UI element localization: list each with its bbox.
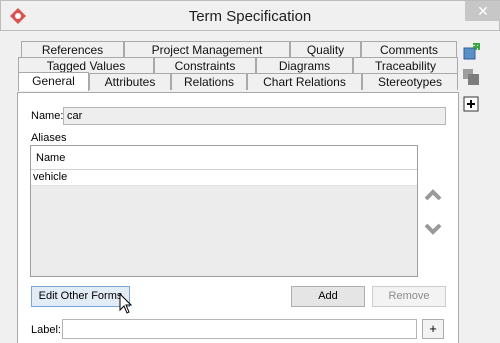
title-bar: Term Specification ✕ xyxy=(0,0,500,31)
tab-diagrams[interactable]: Diagrams xyxy=(256,57,353,74)
add-label-button[interactable]: + xyxy=(422,319,444,339)
close-button[interactable]: ✕ xyxy=(465,1,500,21)
expand-icon[interactable] xyxy=(462,95,480,113)
aliases-header: Name xyxy=(31,146,417,170)
window-title: Term Specification xyxy=(188,8,312,25)
aliases-table[interactable]: Name vehicle xyxy=(30,145,418,277)
tab-chart-relations[interactable]: Chart Relations xyxy=(247,73,362,90)
name-field[interactable]: car xyxy=(63,107,446,125)
move-down-icon[interactable] xyxy=(424,222,442,236)
edit-other-forms-button[interactable]: Edit Other Forms xyxy=(31,286,130,307)
tab-comments[interactable]: Comments xyxy=(361,41,457,58)
move-up-icon[interactable] xyxy=(424,188,442,202)
tab-references[interactable]: References xyxy=(21,41,124,58)
name-label: Name: xyxy=(31,110,64,122)
tab-relations[interactable]: Relations xyxy=(171,73,247,90)
tab-quality[interactable]: Quality xyxy=(290,41,361,58)
duplicate-icon[interactable] xyxy=(462,68,480,86)
tab-project-management[interactable]: Project Management xyxy=(124,41,290,58)
tab-traceability[interactable]: Traceability xyxy=(353,57,458,74)
label-label: Label: xyxy=(31,324,61,336)
tab-stereotypes[interactable]: Stereotypes xyxy=(362,73,458,90)
aliases-column-name[interactable]: Name xyxy=(31,146,417,170)
mouse-cursor-icon xyxy=(119,293,132,314)
table-row[interactable]: vehicle xyxy=(31,170,417,186)
remove-button: Remove xyxy=(372,286,446,307)
tab-general[interactable]: General xyxy=(18,72,89,91)
alias-cell: vehicle xyxy=(33,171,68,183)
add-element-icon[interactable] xyxy=(462,43,480,61)
tab-attributes[interactable]: Attributes xyxy=(89,73,171,90)
tab-constraints[interactable]: Constraints xyxy=(154,57,256,74)
aliases-label: Aliases xyxy=(31,132,67,144)
add-button[interactable]: Add xyxy=(291,286,365,307)
label-field[interactable] xyxy=(62,319,417,339)
